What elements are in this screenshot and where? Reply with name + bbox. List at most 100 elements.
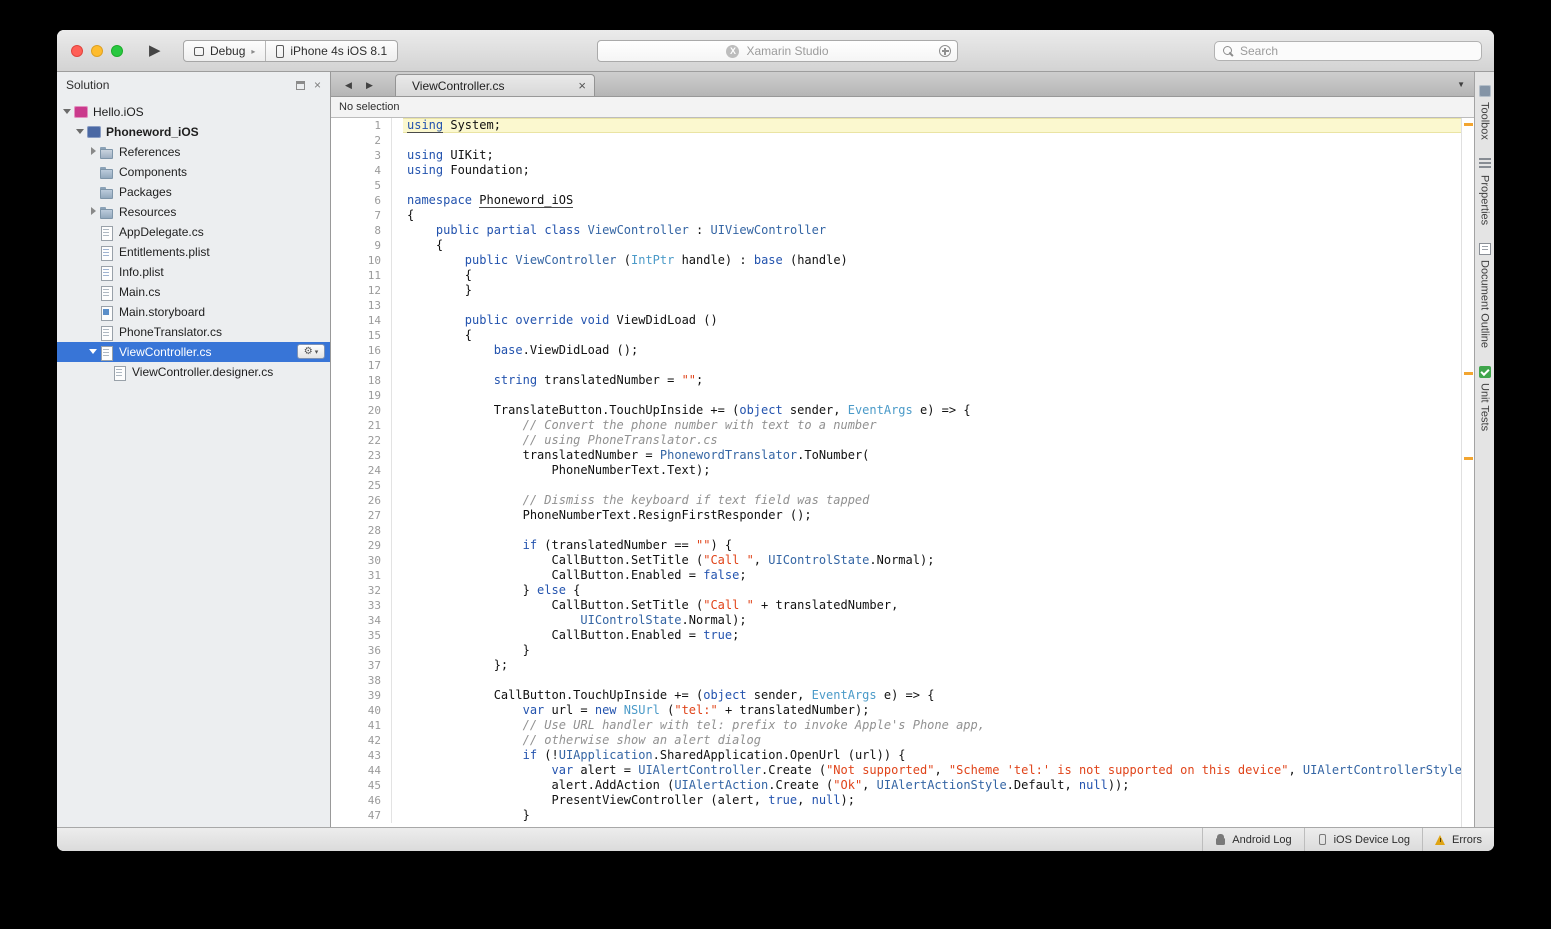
code-text[interactable]: { bbox=[403, 268, 1461, 283]
code-text[interactable]: CallButton.Enabled = true; bbox=[403, 628, 1461, 643]
tree-item-hello-ios[interactable]: Hello.iOS bbox=[57, 102, 330, 122]
code-text[interactable]: public partial class ViewController : UI… bbox=[403, 223, 1461, 238]
code-text[interactable]: using System; bbox=[403, 118, 1461, 133]
line-number[interactable]: 21 bbox=[331, 418, 391, 433]
tree-item-viewcontroller-designer-cs[interactable]: ViewController.designer.cs bbox=[57, 362, 330, 382]
search-field[interactable] bbox=[1214, 41, 1482, 61]
tree-item-resources[interactable]: Resources bbox=[57, 202, 330, 222]
code-line-10[interactable]: 10 public ViewController (IntPtr handle)… bbox=[331, 253, 1461, 268]
code-text[interactable]: } else { bbox=[403, 583, 1461, 598]
line-number[interactable]: 46 bbox=[331, 793, 391, 808]
code-text[interactable]: // otherwise show an alert dialog bbox=[403, 733, 1461, 748]
code-text[interactable]: } bbox=[403, 643, 1461, 658]
pad-tab-toolbox[interactable]: Toolbox bbox=[1479, 76, 1491, 149]
code-line-37[interactable]: 37 }; bbox=[331, 658, 1461, 673]
code-line-47[interactable]: 47 } bbox=[331, 808, 1461, 823]
code-line-27[interactable]: 27 PhoneNumberText.ResignFirstResponder … bbox=[331, 508, 1461, 523]
code-text[interactable]: translatedNumber = PhonewordTranslator.T… bbox=[403, 448, 1461, 463]
code-line-30[interactable]: 30 CallButton.SetTitle ("Call ", UIContr… bbox=[331, 553, 1461, 568]
code-line-40[interactable]: 40 var url = new NSUrl ("tel:" + transla… bbox=[331, 703, 1461, 718]
code-text[interactable]: PhoneNumberText.ResignFirstResponder (); bbox=[403, 508, 1461, 523]
minimize-window-button[interactable] bbox=[91, 45, 103, 57]
line-number[interactable]: 1 bbox=[331, 118, 391, 133]
code-line-5[interactable]: 5 bbox=[331, 178, 1461, 193]
line-number[interactable]: 34 bbox=[331, 613, 391, 628]
close-window-button[interactable] bbox=[71, 45, 83, 57]
line-number[interactable]: 5 bbox=[331, 178, 391, 193]
code-line-21[interactable]: 21 // Convert the phone number with text… bbox=[331, 418, 1461, 433]
tree-item-viewcontroller-cs[interactable]: ViewController.cs⚙▾ bbox=[57, 342, 330, 362]
pad-tab-unit-tests[interactable]: Unit Tests bbox=[1479, 357, 1491, 440]
code-text[interactable]: public ViewController (IntPtr handle) : … bbox=[403, 253, 1461, 268]
line-number[interactable]: 35 bbox=[331, 628, 391, 643]
code-line-8[interactable]: 8 public partial class ViewController : … bbox=[331, 223, 1461, 238]
line-number[interactable]: 24 bbox=[331, 463, 391, 478]
line-number[interactable]: 9 bbox=[331, 238, 391, 253]
line-number[interactable]: 26 bbox=[331, 493, 391, 508]
tree-item-phoneword-ios[interactable]: Phoneword_iOS bbox=[57, 122, 330, 142]
line-number[interactable]: 30 bbox=[331, 553, 391, 568]
code-line-41[interactable]: 41 // Use URL handler with tel: prefix t… bbox=[331, 718, 1461, 733]
line-number[interactable]: 7 bbox=[331, 208, 391, 223]
line-number[interactable]: 10 bbox=[331, 253, 391, 268]
code-text[interactable]: CallButton.SetTitle ("Call ", UIControlS… bbox=[403, 553, 1461, 568]
code-line-20[interactable]: 20 TranslateButton.TouchUpInside += (obj… bbox=[331, 403, 1461, 418]
code-line-29[interactable]: 29 if (translatedNumber == "") { bbox=[331, 538, 1461, 553]
line-number[interactable]: 36 bbox=[331, 643, 391, 658]
code-line-35[interactable]: 35 CallButton.Enabled = true; bbox=[331, 628, 1461, 643]
code-text[interactable]: // Convert the phone number with text to… bbox=[403, 418, 1461, 433]
tree-item-info-plist[interactable]: Info.plist bbox=[57, 262, 330, 282]
code-line-22[interactable]: 22 // using PhoneTranslator.cs bbox=[331, 433, 1461, 448]
line-number[interactable]: 6 bbox=[331, 193, 391, 208]
code-text[interactable]: CallButton.SetTitle ("Call " + translate… bbox=[403, 598, 1461, 613]
tab-viewcontroller-cs[interactable]: ViewController.cs × bbox=[395, 74, 595, 96]
code-line-45[interactable]: 45 alert.AddAction (UIAlertAction.Create… bbox=[331, 778, 1461, 793]
line-number[interactable]: 39 bbox=[331, 688, 391, 703]
code-text[interactable]: namespace Phoneword_iOS bbox=[403, 193, 1461, 208]
overview-ruler[interactable] bbox=[1461, 118, 1474, 827]
line-number[interactable]: 33 bbox=[331, 598, 391, 613]
code-text[interactable]: { bbox=[403, 238, 1461, 253]
code-line-26[interactable]: 26 // Dismiss the keyboard if text field… bbox=[331, 493, 1461, 508]
line-number[interactable]: 11 bbox=[331, 268, 391, 283]
tree-item-main-storyboard[interactable]: Main.storyboard bbox=[57, 302, 330, 322]
code-line-18[interactable]: 18 string translatedNumber = ""; bbox=[331, 373, 1461, 388]
code-line-1[interactable]: 1 using System; bbox=[331, 118, 1461, 133]
code-text[interactable]: } bbox=[403, 808, 1461, 823]
line-number[interactable]: 45 bbox=[331, 778, 391, 793]
tree-item-components[interactable]: Components bbox=[57, 162, 330, 182]
line-number[interactable]: 38 bbox=[331, 673, 391, 688]
code-text[interactable]: if (translatedNumber == "") { bbox=[403, 538, 1461, 553]
code-text[interactable]: TranslateButton.TouchUpInside += (object… bbox=[403, 403, 1461, 418]
code-text[interactable]: string translatedNumber = ""; bbox=[403, 373, 1461, 388]
code-line-17[interactable]: 17 bbox=[331, 358, 1461, 373]
code-text[interactable]: UIControlState.Normal); bbox=[403, 613, 1461, 628]
change-marker[interactable] bbox=[1464, 457, 1473, 460]
code-line-39[interactable]: 39 CallButton.TouchUpInside += (object s… bbox=[331, 688, 1461, 703]
code-text[interactable]: // using PhoneTranslator.cs bbox=[403, 433, 1461, 448]
code-text[interactable]: var url = new NSUrl ("tel:" + translated… bbox=[403, 703, 1461, 718]
code-line-9[interactable]: 9 { bbox=[331, 238, 1461, 253]
code-text[interactable]: base.ViewDidLoad (); bbox=[403, 343, 1461, 358]
disclosure-down-icon[interactable] bbox=[62, 106, 73, 118]
code-text[interactable] bbox=[403, 673, 1461, 688]
code-line-28[interactable]: 28 bbox=[331, 523, 1461, 538]
tree-item-entitlements-plist[interactable]: Entitlements.plist bbox=[57, 242, 330, 262]
code-text[interactable]: using Foundation; bbox=[403, 163, 1461, 178]
line-number[interactable]: 16 bbox=[331, 343, 391, 358]
code-text[interactable]: } bbox=[403, 283, 1461, 298]
line-number[interactable]: 31 bbox=[331, 568, 391, 583]
code-line-2[interactable]: 2 bbox=[331, 133, 1461, 148]
pad-tab-properties[interactable]: Properties bbox=[1479, 149, 1491, 234]
android-log-button[interactable]: Android Log bbox=[1202, 828, 1303, 851]
code-text[interactable] bbox=[403, 523, 1461, 538]
code-text[interactable] bbox=[403, 478, 1461, 493]
code-line-42[interactable]: 42 // otherwise show an alert dialog bbox=[331, 733, 1461, 748]
line-number[interactable]: 4 bbox=[331, 163, 391, 178]
code-text[interactable]: PhoneNumberText.Text); bbox=[403, 463, 1461, 478]
line-number[interactable]: 29 bbox=[331, 538, 391, 553]
line-number[interactable]: 47 bbox=[331, 808, 391, 823]
item-options-gear-button[interactable]: ⚙▾ bbox=[297, 344, 325, 359]
code-text[interactable]: public override void ViewDidLoad () bbox=[403, 313, 1461, 328]
line-number[interactable]: 43 bbox=[331, 748, 391, 763]
